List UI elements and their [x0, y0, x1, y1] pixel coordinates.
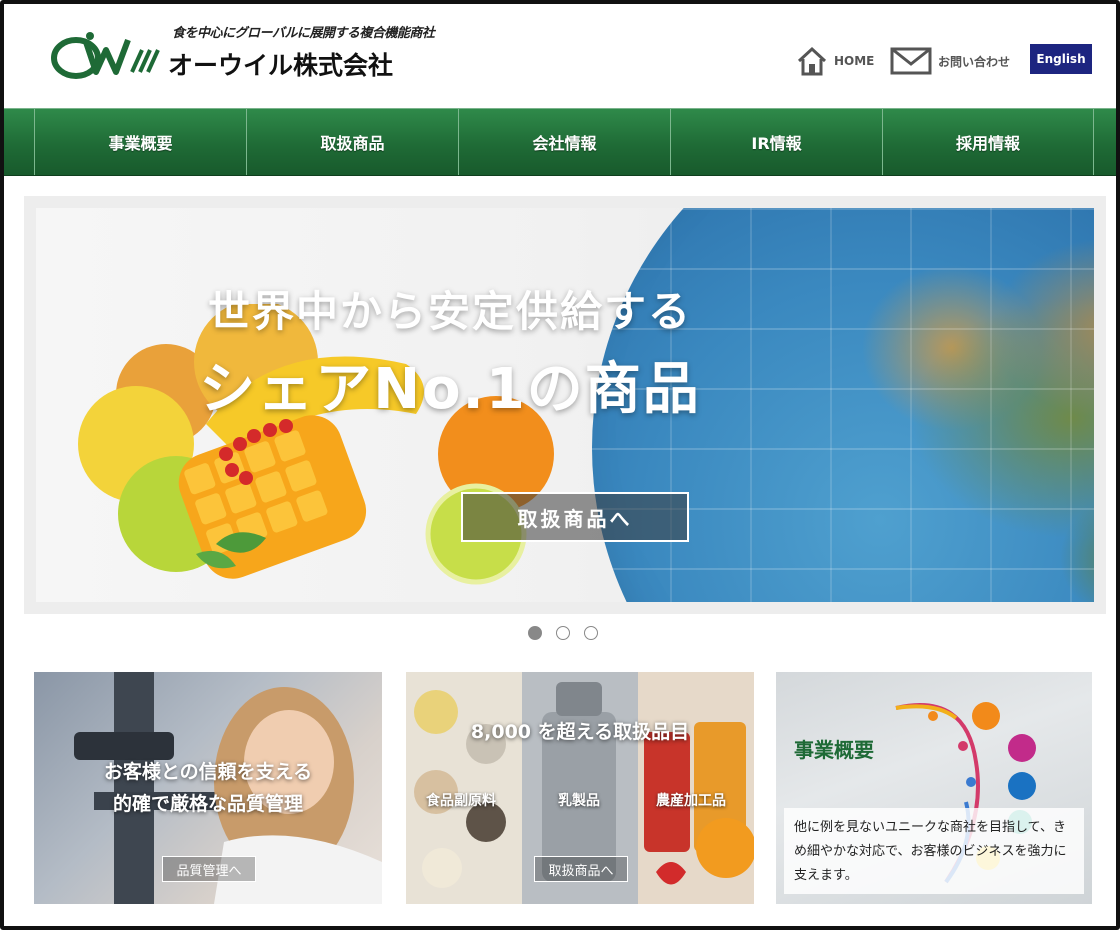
products-title: 8,000 を超える取扱品目: [470, 721, 690, 743]
home-label: HOME: [834, 54, 875, 68]
contact-link[interactable]: お問い合わせ: [890, 44, 1010, 78]
slider-dot-1[interactable]: [528, 626, 542, 640]
quality-title-line2: 的確で厳格な品質管理: [112, 793, 303, 815]
hero-headline: 世界中から安定供給する: [207, 287, 692, 336]
slider-pagination: [528, 626, 598, 640]
products-col-processed-agri: 農産加工品: [656, 793, 726, 809]
main-nav: 事業概要 取扱商品 会社情報 IR情報 採用情報: [4, 108, 1116, 176]
business-description: 他に例を見ないユニークな商社を目指して、きめ細やかな対応で、お客様のビジネスを強…: [784, 808, 1084, 894]
nav-item-business[interactable]: 事業概要: [34, 109, 246, 175]
slider-dot-3[interactable]: [584, 626, 598, 640]
hero-subheadline: シェアNo.1の商品: [199, 357, 701, 422]
nav-item-ir[interactable]: IR情報: [670, 109, 882, 175]
site-header: 食を中心にグローバルに展開する複合機能商社 オーウイル株式会社 HOME お問い…: [4, 4, 1116, 108]
nav-item-company[interactable]: 会社情報: [458, 109, 670, 175]
products-button[interactable]: 取扱商品へ: [534, 856, 628, 882]
owill-logo[interactable]: [50, 28, 162, 84]
quality-title-line1: お客様との信頼を支える: [103, 761, 313, 783]
home-link[interactable]: HOME: [796, 44, 874, 78]
products-card[interactable]: 8,000 を超える取扱品目 食品副原料 乳製品 農産加工品 取扱商品へ: [406, 672, 754, 904]
products-col-food-additives: 食品副原料: [426, 793, 496, 809]
business-card[interactable]: 事業概要 他に例を見ないユニークな商社を目指して、きめ細やかな対応で、お客様のビ…: [776, 672, 1092, 904]
business-title: 事業概要: [794, 738, 874, 762]
nav-item-products[interactable]: 取扱商品: [246, 109, 458, 175]
quality-card[interactable]: お客様との信頼を支える 的確で厳格な品質管理 品質管理へ: [34, 672, 382, 904]
hero-products-button[interactable]: 取扱商品へ: [461, 492, 689, 542]
hero-slider: 世界中から安定供給する シェアNo.1の商品 取扱商品へ: [24, 196, 1106, 614]
quality-button[interactable]: 品質管理へ: [162, 856, 256, 882]
hero-slide: 世界中から安定供給する シェアNo.1の商品 取扱商品へ: [36, 208, 1094, 602]
nav-item-recruit[interactable]: 採用情報: [882, 109, 1094, 175]
english-button[interactable]: English: [1030, 44, 1092, 74]
company-tagline: 食を中心にグローバルに展開する複合機能商社: [172, 26, 435, 41]
contact-label: お問い合わせ: [938, 54, 1011, 69]
home-icon: [797, 46, 827, 76]
page-frame: 食を中心にグローバルに展開する複合機能商社 オーウイル株式会社 HOME お問い…: [0, 0, 1120, 930]
company-name[interactable]: オーウイル株式会社: [168, 46, 393, 82]
slider-dot-2[interactable]: [556, 626, 570, 640]
products-col-dairy: 乳製品: [558, 793, 600, 809]
mail-icon: [890, 47, 932, 75]
